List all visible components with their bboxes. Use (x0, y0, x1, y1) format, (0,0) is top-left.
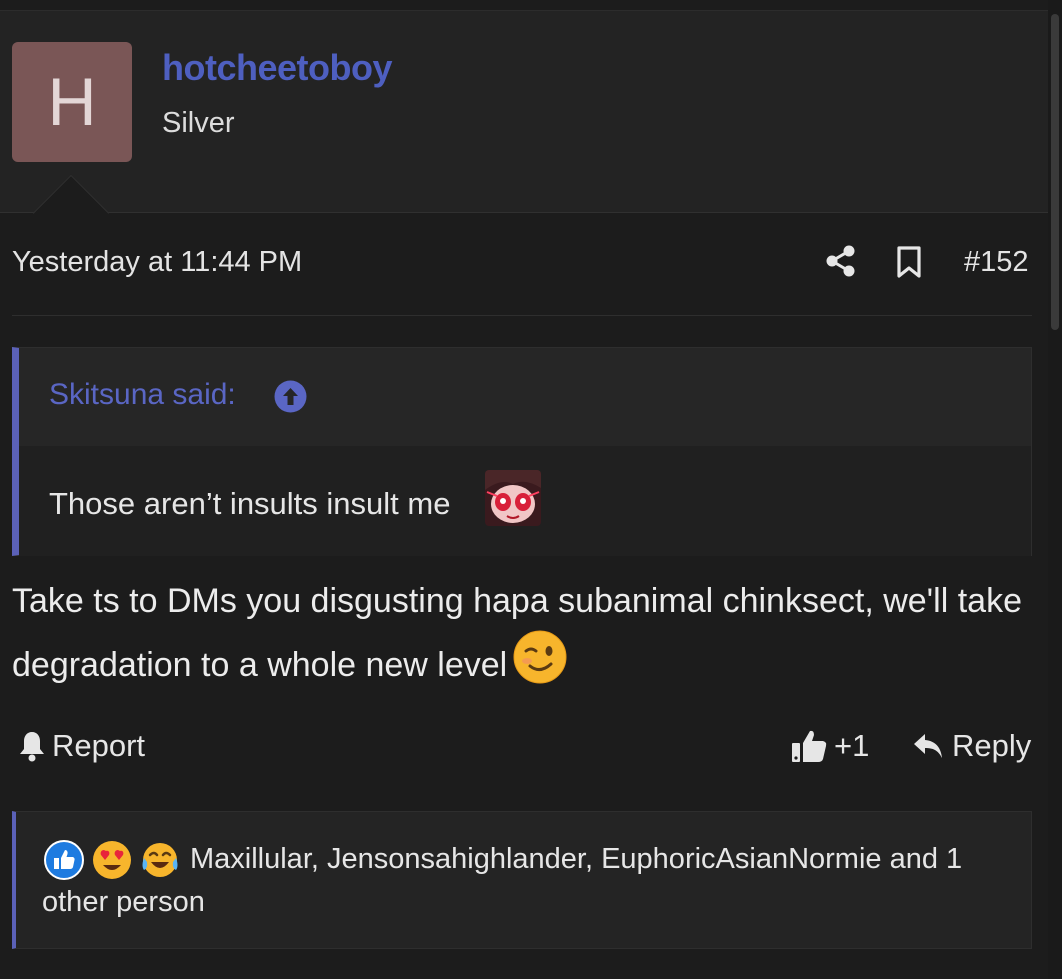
arrow-up-circle-icon[interactable] (274, 380, 307, 413)
report-label: Report (52, 728, 146, 763)
post-actions: Report +1 Reply (0, 720, 1048, 780)
post-user-header: H hotcheetoboy Silver (0, 11, 1048, 213)
bookmark-icon[interactable] (895, 245, 923, 279)
bell-icon (20, 732, 44, 762)
user-title: Silver (162, 107, 235, 139)
username-link[interactable]: hotcheetoboy (162, 47, 393, 89)
report-button[interactable]: Report (18, 728, 145, 764)
like-button[interactable]: +1 (790, 728, 869, 764)
winking-face-icon (513, 630, 567, 684)
like-count: +1 (834, 728, 870, 763)
quote-block: Skitsuna said: Those aren’t insults insu… (12, 347, 1032, 556)
post-date[interactable]: Yesterday at 11:44 PM (12, 246, 302, 279)
post-number-link[interactable]: #152 (964, 246, 1029, 279)
post-page: H hotcheetoboy Silver Yesterday at 11:44… (0, 0, 1062, 979)
scrollbar-thumb[interactable] (1051, 14, 1059, 330)
quote-text: Those aren’t insults insult me (49, 486, 451, 521)
anime-face-sticker-icon (485, 470, 541, 526)
post-message: Take ts to DMs you disgusting hapa suban… (12, 572, 1032, 694)
reactions-bar[interactable]: Maxillular, Jensonsahighlander, Euphoric… (12, 811, 1032, 949)
quote-author-link[interactable]: Skitsuna said: (49, 378, 236, 412)
scrollbar[interactable] (1048, 0, 1062, 979)
quote-header: Skitsuna said: (19, 348, 1031, 446)
meta-divider (12, 315, 1032, 316)
share-icon[interactable] (825, 244, 857, 278)
reaction-users-text[interactable]: Maxillular, Jensonsahighlander, Euphoric… (42, 838, 1012, 924)
avatar[interactable]: H (12, 42, 132, 162)
thumbs-up-icon (792, 730, 827, 762)
quote-body: Those aren’t insults insult me (19, 446, 1031, 556)
reply-button[interactable]: Reply (912, 728, 1031, 764)
reply-arrow-icon (914, 734, 942, 758)
reply-label: Reply (952, 728, 1032, 763)
post-meta: Yesterday at 11:44 PM #152 (0, 236, 1048, 292)
